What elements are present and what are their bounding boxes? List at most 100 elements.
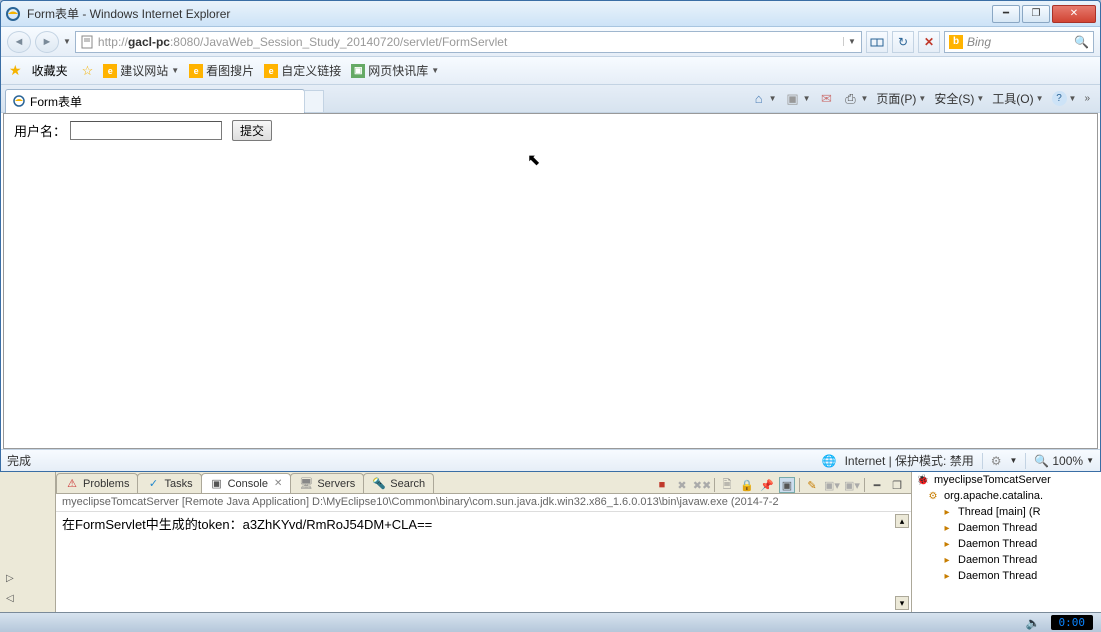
site-icon: e: [264, 64, 278, 78]
chevron-right-icon[interactable]: »: [1084, 93, 1090, 104]
tab-problems[interactable]: ⚠Problems: [56, 473, 138, 493]
username-label: 用户名：: [14, 121, 66, 140]
fav-item-image[interactable]: e看图搜片: [189, 62, 254, 79]
fav-item-custom[interactable]: e自定义链接: [264, 62, 341, 79]
remove-all-button[interactable]: ✖✖: [694, 477, 710, 493]
home-button[interactable]: ⌂▼: [751, 91, 777, 107]
back-button[interactable]: ◄: [7, 31, 31, 53]
thread-icon: ▸: [940, 537, 954, 551]
debug-thread[interactable]: ▸Daemon Thread: [912, 536, 1101, 552]
close-button[interactable]: ✕: [1052, 5, 1096, 23]
console-icon: ▣: [210, 477, 224, 491]
compat-button[interactable]: [866, 31, 888, 53]
separator: [1025, 453, 1026, 469]
console-dropdown-2[interactable]: ▣▾: [844, 477, 860, 493]
chevron-down-icon: ▼: [1010, 456, 1018, 465]
clear-console-button[interactable]: 🗎: [719, 477, 735, 493]
browser-tab[interactable]: Form表单: [5, 89, 305, 113]
close-icon[interactable]: ✕: [274, 478, 282, 489]
page-menu[interactable]: 页面(P)▼: [876, 90, 926, 107]
fav-item-suggested[interactable]: e建议网站▼: [103, 62, 179, 79]
tab-servers[interactable]: 🖥Servers: [290, 473, 364, 493]
mail-button[interactable]: ✉: [819, 91, 835, 107]
tools-menu[interactable]: 工具(O)▼: [992, 90, 1043, 107]
search-engine-text: Bing: [967, 35, 1070, 49]
help-icon: ?: [1052, 91, 1067, 106]
stop-button[interactable]: ✕: [918, 31, 940, 53]
debug-app[interactable]: ⚙org.apache.catalina.: [912, 488, 1101, 504]
pin-console-button[interactable]: 📌: [759, 477, 775, 493]
nav-history-dropdown-icon[interactable]: ▼: [63, 37, 71, 46]
tab-console[interactable]: ▣Console✕: [201, 473, 292, 493]
expand-right-icon[interactable]: ▷: [6, 573, 14, 584]
search-box[interactable]: b Bing 🔍: [944, 31, 1094, 53]
tab-search[interactable]: 🔦Search: [363, 473, 434, 493]
status-bar: 完成 🌐 Internet | 保护模式: 禁用 ⚙ ▼ 🔍 100% ▼: [1, 449, 1100, 471]
maximize-button[interactable]: ❐: [1022, 5, 1050, 23]
debug-thread[interactable]: ▸Daemon Thread: [912, 568, 1101, 584]
minimize-button[interactable]: ━: [992, 5, 1020, 23]
minimize-view-button[interactable]: ━: [869, 477, 885, 493]
thread-icon: ▸: [940, 569, 954, 583]
submit-button[interactable]: 提交: [232, 120, 272, 141]
search-icon: 🔦: [372, 477, 386, 491]
safety-menu[interactable]: 安全(S)▼: [934, 90, 984, 107]
taskbar: 🔈 0:00: [0, 612, 1101, 632]
debug-thread[interactable]: ▸Thread [main] (R: [912, 504, 1101, 520]
expand-left-icon[interactable]: ◁: [6, 593, 14, 604]
debug-panel: 🐞myeclipseTomcatServer ⚙org.apache.catal…: [911, 472, 1101, 612]
favorites-row: ★ 收藏夹 ☆ e建议网站▼ e看图搜片 e自定义链接 ▣网页快讯库▼: [1, 57, 1100, 85]
fav-item-webslice[interactable]: ▣网页快讯库▼: [351, 62, 439, 79]
home-icon: ⌂: [751, 91, 767, 107]
debug-thread[interactable]: ▸Daemon Thread: [912, 552, 1101, 568]
thread-icon: ▸: [940, 505, 954, 519]
content-area: 用户名： 提交: [3, 113, 1098, 449]
print-button[interactable]: ⎙▼: [843, 91, 869, 107]
console-body[interactable]: 在FormServlet中生成的token：a3ZhKYvd/RmRoJ54DM…: [56, 512, 911, 612]
new-tab-button[interactable]: [304, 90, 324, 112]
forward-button[interactable]: ►: [35, 31, 59, 53]
protected-mode-icon[interactable]: ⚙: [991, 454, 1002, 468]
refresh-button[interactable]: ↻: [892, 31, 914, 53]
navigation-row: ◄ ► ▼ http://gacl-pc:8080/JavaWeb_Sessio…: [1, 27, 1100, 57]
site-icon: e: [189, 64, 203, 78]
address-dropdown-icon[interactable]: ▼: [843, 37, 857, 46]
chevron-down-icon: ▼: [171, 66, 179, 75]
problems-icon: ⚠: [65, 477, 79, 491]
separator: [982, 453, 983, 469]
gear-icon: ⚙: [926, 489, 940, 503]
rss-icon: ▣: [785, 91, 801, 107]
bug-icon: 🐞: [916, 473, 930, 487]
scroll-up-button[interactable]: ▴: [895, 514, 909, 528]
url-text: http://gacl-pc:8080/JavaWeb_Session_Stud…: [98, 35, 839, 49]
search-icon[interactable]: 🔍: [1074, 35, 1089, 49]
chevron-down-icon: ▼: [1086, 456, 1094, 465]
help-button[interactable]: ?▼: [1052, 91, 1077, 106]
webslice-icon: ▣: [351, 64, 365, 78]
tab-title: Form表单: [30, 93, 82, 110]
scroll-down-button[interactable]: ▾: [895, 596, 909, 610]
zoom-icon: 🔍: [1034, 454, 1049, 468]
debug-thread[interactable]: ▸Daemon Thread: [912, 520, 1101, 536]
address-bar[interactable]: http://gacl-pc:8080/JavaWeb_Session_Stud…: [75, 31, 862, 53]
scroll-lock-button[interactable]: 🔒: [739, 477, 755, 493]
console-dropdown-1[interactable]: ▣▾: [824, 477, 840, 493]
speaker-icon[interactable]: 🔈: [1026, 616, 1041, 630]
clock[interactable]: 0:00: [1051, 615, 1094, 630]
add-favorite-icon[interactable]: ☆: [82, 63, 94, 79]
chevron-down-icon: ▼: [431, 66, 439, 75]
eclipse-tabs: ⚠Problems ✓Tasks ▣Console✕ 🖥Servers 🔦Sea…: [56, 472, 911, 494]
rss-button[interactable]: ▣▼: [785, 91, 811, 107]
debug-root[interactable]: 🐞myeclipseTomcatServer: [912, 472, 1101, 488]
favorites-label[interactable]: 收藏夹: [32, 62, 68, 79]
ie-window: Form表单 - Windows Internet Explorer ━ ❐ ✕…: [0, 0, 1101, 472]
favorites-star-icon[interactable]: ★: [9, 62, 22, 79]
tab-tasks[interactable]: ✓Tasks: [137, 473, 201, 493]
maximize-view-button[interactable]: ❐: [889, 477, 905, 493]
open-console-button[interactable]: ✎: [804, 477, 820, 493]
username-input[interactable]: [70, 121, 222, 140]
display-console-button[interactable]: ▣: [779, 477, 795, 493]
remove-launch-button[interactable]: ✖: [674, 477, 690, 493]
terminate-button[interactable]: ■: [654, 477, 670, 493]
zoom-control[interactable]: 🔍 100% ▼: [1034, 454, 1094, 468]
